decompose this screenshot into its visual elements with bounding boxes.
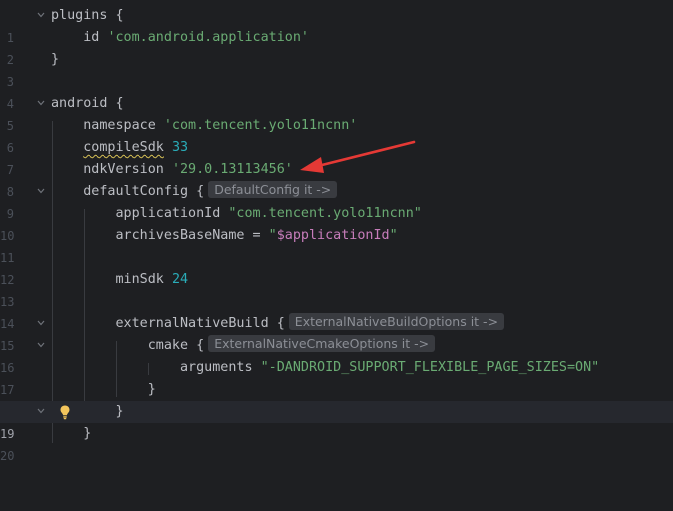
code-text: android { [51,96,124,111]
code-text: } [51,52,60,67]
code-text: cmake {ExternalNativeCmakeOptions it -> [51,335,436,357]
fold-toggle[interactable] [35,5,47,27]
chevron-down-icon [37,100,45,106]
fold-toggle[interactable] [35,93,47,115]
code-text: compileSdk 33 [83,140,189,155]
code-line[interactable]: 15 externalNativeBuild {ExternalNativeBu… [0,313,673,353]
code-line[interactable]: 11 archivesBaseName = "$applicationId" [0,225,673,265]
chevron-down-icon [37,188,45,194]
fold-toggle[interactable] [35,313,47,335]
code-text: applicationId "com.tencent.yolo11ncnn" [51,206,422,221]
code-line[interactable]: 2 id 'com.android.application' [0,27,673,67]
inlay-hint[interactable]: ExternalNativeBuildOptions it -> [288,313,505,330]
code-editor[interactable]: 1 plugins { 2 id 'com.android.applicatio… [0,0,673,463]
fold-toggle[interactable] [35,401,47,423]
code-text: externalNativeBuild {ExternalNativeBuild… [51,313,505,335]
line-number: 20 [0,449,15,463]
code-text: defaultConfig {DefaultConfig it -> [51,181,338,203]
code-line[interactable]: 4 [0,71,673,111]
code-line[interactable]: 13 minSdk 24 [0,269,673,309]
code-line[interactable]: 8 ndkVersion '29.0.13113456' [0,159,673,199]
warning-underline[interactable]: compileSdk [83,140,164,155]
code-line[interactable]: 17 arguments "-DANDROID_SUPPORT_FLEXIBLE… [0,357,673,397]
inlay-hint[interactable]: ExternalNativeCmakeOptions it -> [208,335,436,352]
fold-toggle[interactable] [35,181,47,203]
code-text: } [51,382,156,397]
code-text: ndkVersion '29.0.13113456' [51,162,293,177]
code-text: archivesBaseName = "$applicationId" [51,228,398,243]
code-line[interactable]: 10 applicationId "com.tencent.yolo11ncnn… [0,203,673,243]
code-line[interactable]: 16 cmake {ExternalNativeCmakeOptions it … [0,335,673,375]
code-line[interactable]: 20 } [0,423,673,463]
inlay-hint[interactable]: DefaultConfig it -> [208,181,338,198]
code-line[interactable]: 1 plugins { [0,5,673,45]
chevron-down-icon [37,342,45,348]
code-line[interactable]: 9 defaultConfig {DefaultConfig it -> [0,181,673,221]
chevron-down-icon [37,320,45,326]
chevron-down-icon [37,12,45,18]
code-text: namespace 'com.tencent.yolo11ncnn' [51,118,358,133]
chevron-down-icon [37,408,45,414]
code-line[interactable]: 3 } [0,49,673,89]
lightbulb-icon[interactable] [58,404,72,420]
code-text: plugins { [51,8,124,23]
code-line[interactable]: 12 [0,247,673,287]
code-text: minSdk 24 [51,272,189,287]
code-line[interactable]: 14 [0,291,673,331]
code-line[interactable]: 7 compileSdk 33 [0,137,673,177]
code-text: id 'com.android.application' [51,30,309,45]
fold-toggle[interactable] [35,335,47,357]
code-line[interactable]: 5 android { [0,93,673,133]
code-line[interactable]: 18 } [0,379,673,419]
code-line-current[interactable]: 19 } [0,401,673,441]
code-text: arguments "-DANDROID_SUPPORT_FLEXIBLE_PA… [51,360,600,375]
code-text: } [51,426,92,441]
code-line[interactable]: 6 namespace 'com.tencent.yolo11ncnn' [0,115,673,155]
